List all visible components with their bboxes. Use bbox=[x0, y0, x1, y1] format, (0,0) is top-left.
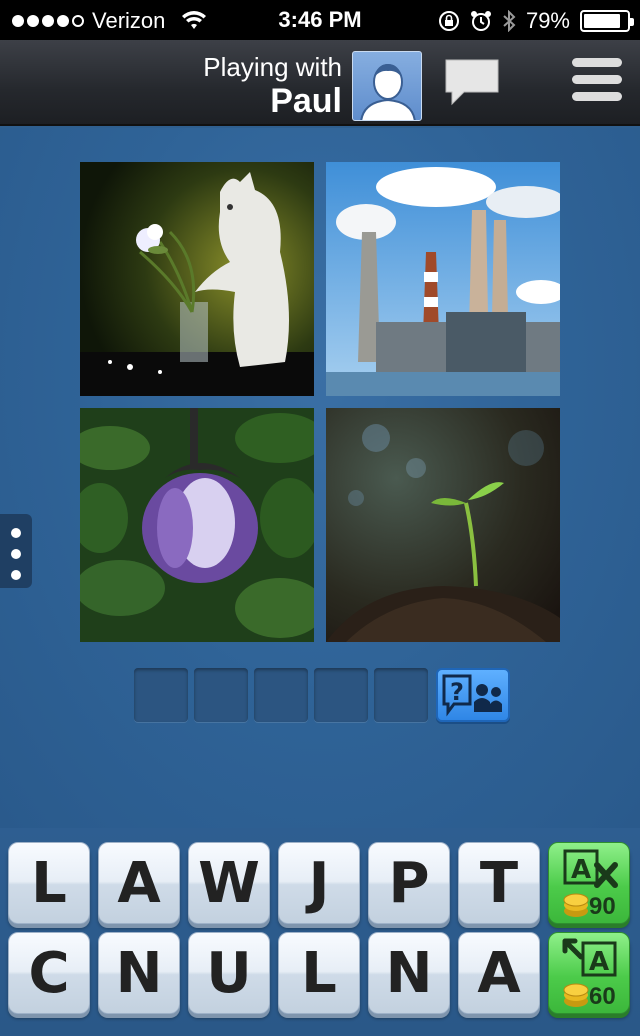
reveal-letter-icon: A bbox=[562, 938, 617, 977]
coin-icon bbox=[563, 893, 589, 917]
letter-tile[interactable]: A bbox=[98, 842, 180, 924]
letter-tile[interactable]: W bbox=[188, 842, 270, 924]
letter-tile[interactable]: P bbox=[368, 842, 450, 924]
rotation-lock-icon bbox=[438, 11, 459, 31]
game-board: ? bbox=[0, 128, 640, 828]
bluetooth-icon bbox=[503, 10, 516, 32]
letter-tile[interactable]: U bbox=[188, 932, 270, 1014]
svg-text:A: A bbox=[571, 855, 591, 885]
puzzle-picture-cat[interactable] bbox=[80, 162, 314, 396]
puzzle-picture-eggplant[interactable] bbox=[80, 408, 314, 642]
answer-slots bbox=[134, 668, 428, 722]
letter-tile[interactable]: C bbox=[8, 932, 90, 1014]
answer-slot[interactable] bbox=[254, 668, 308, 722]
reveal-letter-cost: 60 bbox=[589, 983, 616, 1010]
letter-tile[interactable]: T bbox=[458, 842, 540, 924]
letter-tile[interactable]: A bbox=[458, 932, 540, 1014]
opponent-avatar[interactable] bbox=[352, 51, 422, 121]
top-bar: Playing with Paul bbox=[0, 40, 640, 126]
coin-icon bbox=[563, 983, 589, 1007]
puzzle-picture-sprout[interactable] bbox=[326, 408, 560, 642]
ask-friends-button[interactable]: ? bbox=[436, 668, 510, 722]
status-bar: Verizon 3:46 PM 79% bbox=[0, 0, 640, 40]
remove-letters-cost: 90 bbox=[589, 893, 616, 920]
svg-text:A: A bbox=[589, 947, 609, 977]
letter-tile[interactable]: J bbox=[278, 842, 360, 924]
letter-tile[interactable]: N bbox=[98, 932, 180, 1014]
reveal-letter-button[interactable]: A 60 bbox=[548, 932, 630, 1014]
answer-slot[interactable] bbox=[134, 668, 188, 722]
letter-tile[interactable]: N bbox=[368, 932, 450, 1014]
battery-percent: 79% bbox=[525, 8, 570, 33]
side-drawer-tab[interactable] bbox=[0, 514, 32, 588]
answer-slot[interactable] bbox=[194, 668, 248, 722]
chat-icon[interactable] bbox=[442, 56, 502, 108]
letter-tile[interactable]: L bbox=[8, 842, 90, 924]
person-silhouette-icon bbox=[360, 64, 416, 120]
remove-letters-button[interactable]: A 90 bbox=[548, 842, 630, 924]
opponent-name: Paul bbox=[270, 82, 342, 120]
playing-with-label: Playing with bbox=[203, 52, 342, 82]
battery-icon bbox=[580, 10, 634, 32]
svg-text:?: ? bbox=[450, 678, 464, 706]
remove-letter-icon: A bbox=[563, 849, 618, 888]
puzzle-picture-power-plant[interactable] bbox=[326, 162, 560, 396]
question-people-icon: ? bbox=[442, 674, 502, 717]
letter-tile[interactable]: L bbox=[278, 932, 360, 1014]
menu-icon[interactable] bbox=[572, 58, 622, 108]
letter-keyboard: L A W J P T A 90 C N U L N A A 60 bbox=[0, 828, 640, 1036]
alarm-icon bbox=[470, 11, 491, 31]
answer-slot[interactable] bbox=[374, 668, 428, 722]
answer-slot[interactable] bbox=[314, 668, 368, 722]
